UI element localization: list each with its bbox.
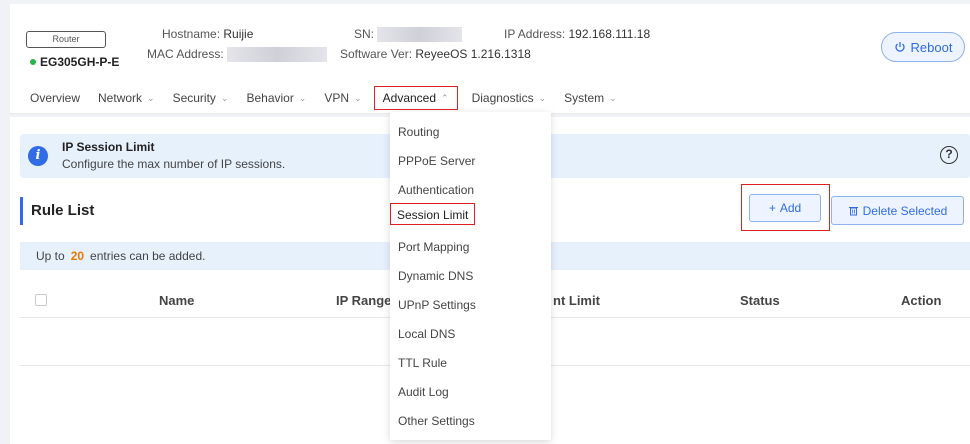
chevron-down-icon: ⌄ — [147, 92, 155, 103]
power-icon — [894, 42, 905, 52]
main-nav: Overview Network ⌄ Security ⌄ Behavior ⌄ VP… — [30, 86, 635, 110]
rule-list-title: Rule List — [20, 197, 94, 225]
notice-title: IP Session Limit — [62, 140, 155, 154]
chevron-down-icon: ⌄ — [538, 92, 547, 103]
reboot-button[interactable]: Reboot — [881, 32, 965, 62]
status-dot-icon — [30, 59, 36, 65]
nav-overview[interactable]: Overview — [30, 91, 80, 105]
menu-item-dynamic-dns[interactable]: Dynamic DNS — [398, 265, 473, 287]
nav-behavior[interactable]: Behavior ⌄ — [246, 91, 306, 105]
help-icon[interactable]: ? — [940, 146, 958, 164]
plus-icon: + — [768, 201, 776, 215]
nav-network[interactable]: Network ⌄ — [98, 91, 155, 105]
menu-item-session-limit[interactable]: Session Limit — [390, 203, 476, 225]
ip-info: IP Address: 192.168.111.18 — [504, 27, 651, 41]
chevron-down-icon: ⌄ — [354, 92, 362, 103]
info-icon: i — [28, 146, 48, 166]
col-status: Status — [740, 293, 780, 308]
nav-vpn[interactable]: VPN ⌄ — [324, 91, 361, 105]
select-all-checkbox[interactable] — [35, 294, 47, 306]
chevron-down-icon: ⌄ — [609, 92, 617, 103]
mac-redacted — [227, 47, 328, 63]
menu-item-upnp-settings[interactable]: UPnP Settings — [398, 294, 476, 316]
hostname-info: Hostname: Ruijie — [162, 27, 254, 41]
menu-item-local-dns[interactable]: Local DNS — [398, 323, 455, 345]
nav-advanced[interactable]: Advanced ⌃ — [373, 86, 458, 110]
nav-system[interactable]: System ⌄ — [564, 91, 617, 105]
menu-item-routing[interactable]: Routing — [398, 121, 439, 143]
menu-item-other-settings[interactable]: Other Settings — [398, 410, 475, 432]
menu-item-pppoe-server[interactable]: PPPoE Server — [398, 150, 475, 172]
add-button-highlight: + Add — [741, 184, 830, 231]
device-name: EG305GH-P-E — [30, 55, 119, 69]
menu-item-authentication[interactable]: Authentication — [398, 179, 474, 201]
nav-security[interactable]: Security ⌄ — [173, 91, 229, 105]
software-info: Software Ver: ReyeeOS 1.216.1318 — [340, 47, 531, 61]
menu-item-ttl-rule[interactable]: TTL Rule — [398, 352, 447, 374]
trash-icon — [848, 207, 858, 216]
menu-item-audit-log[interactable]: Audit Log — [398, 381, 449, 403]
sn-redacted — [377, 27, 463, 43]
router-icon: Router — [26, 31, 106, 48]
add-button[interactable]: + Add — [749, 194, 821, 222]
device-header: Router EG305GH-P-E Hostname: Ruijie MAC … — [10, 4, 970, 114]
delete-selected-button[interactable]: Delete Selected — [831, 196, 964, 225]
col-name: Name — [159, 293, 195, 308]
chevron-down-icon: ⌄ — [298, 92, 307, 103]
notice-description: Configure the max number of IP sessions. — [62, 157, 286, 171]
nav-diagnostics[interactable]: Diagnostics ⌄ — [472, 91, 547, 105]
chevron-down-icon: ⌄ — [220, 92, 229, 103]
menu-item-port-mapping[interactable]: Port Mapping — [398, 236, 469, 258]
mac-info: MAC Address: — [147, 47, 328, 63]
col-ip-range: IP Range — [336, 293, 392, 308]
sn-info: SN: — [354, 27, 463, 43]
chevron-up-icon: ⌃ — [441, 92, 449, 103]
advanced-dropdown-menu: Routing PPPoE Server Authentication Sess… — [390, 112, 551, 440]
col-action: Action — [901, 293, 942, 308]
col-limit: nt Limit — [553, 293, 600, 308]
